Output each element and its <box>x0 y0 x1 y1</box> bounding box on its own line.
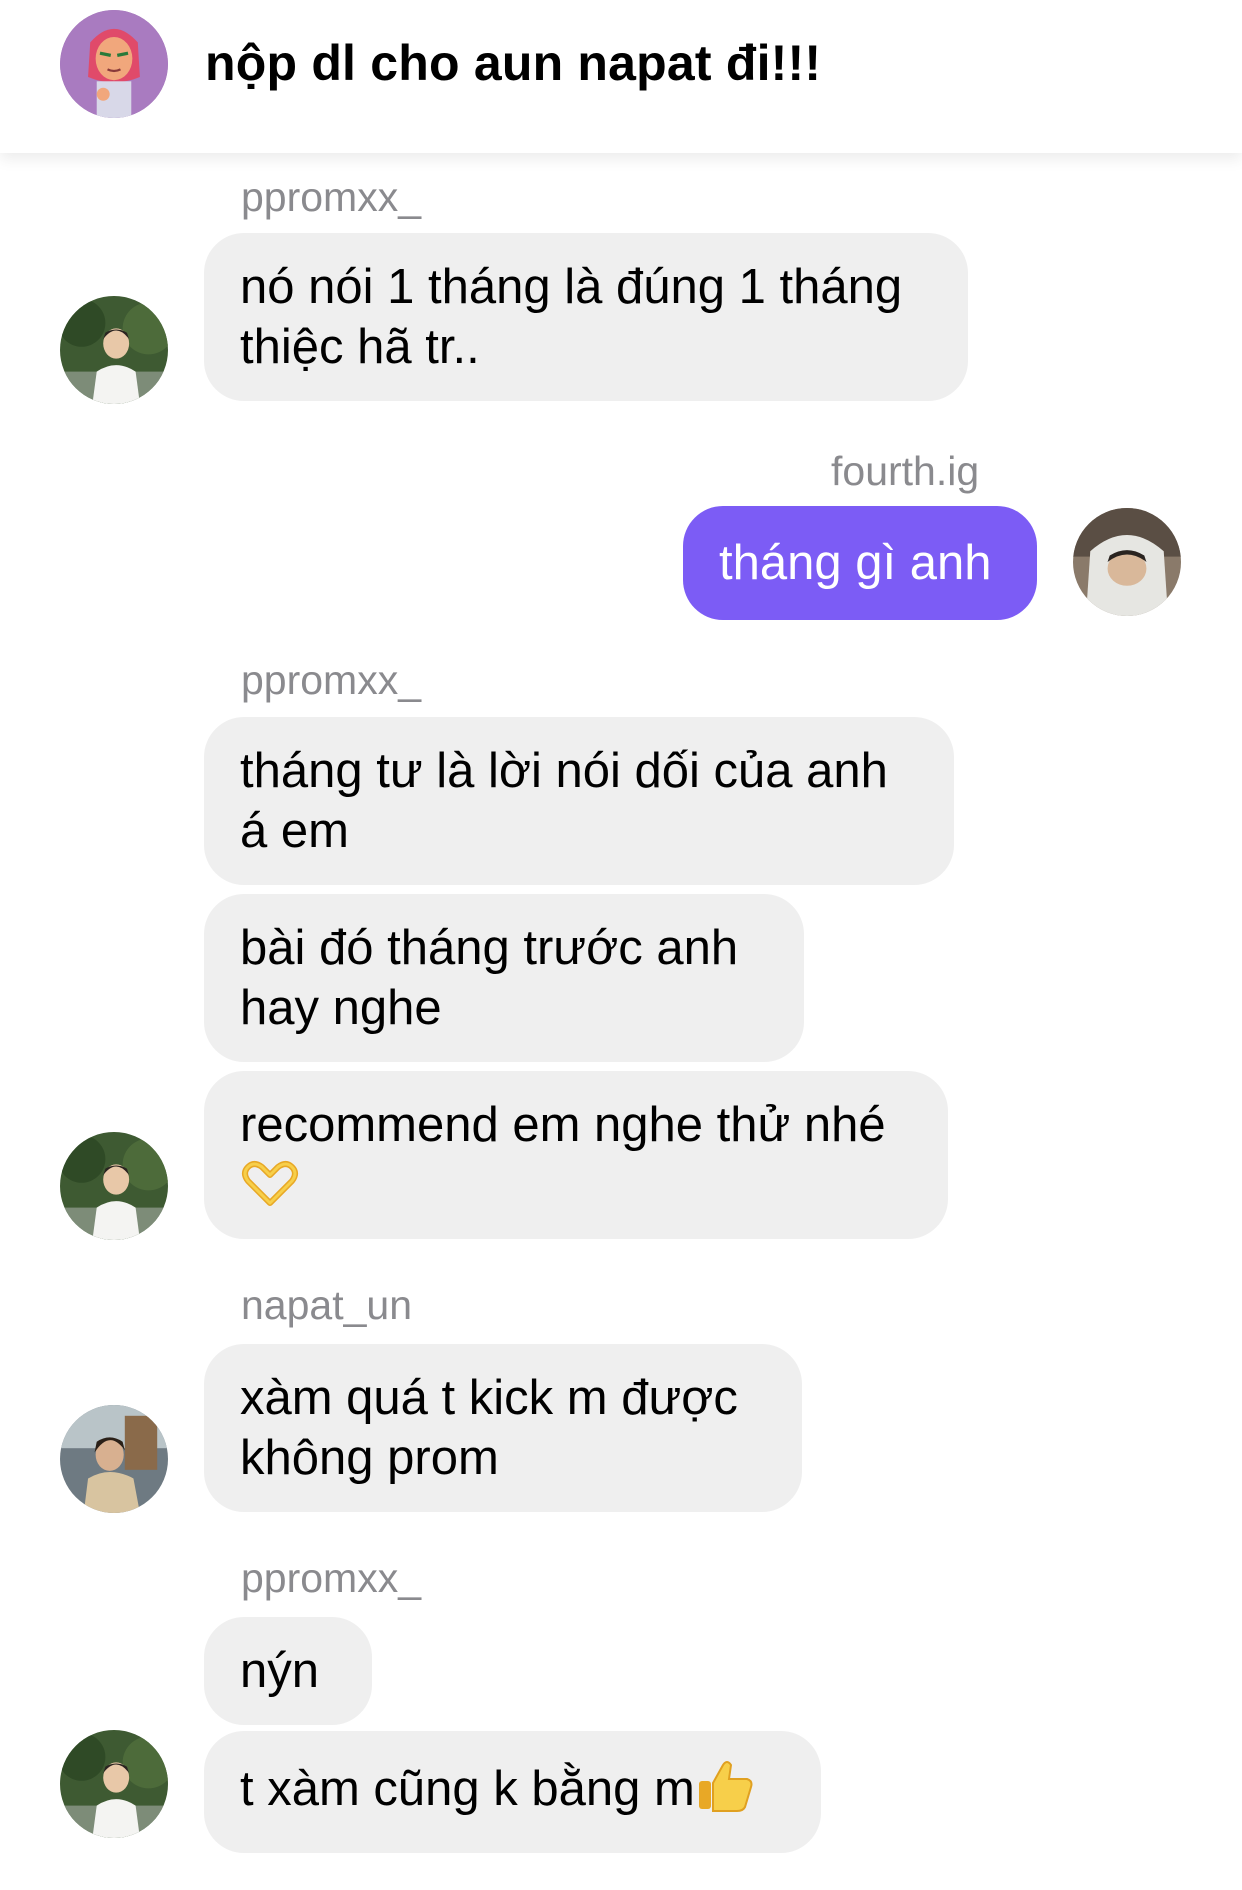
message-line: á em <box>240 804 349 858</box>
message-line: t xàm cũng k bằng m <box>240 1762 695 1816</box>
user-avatar-ppromxx[interactable] <box>60 296 168 404</box>
chat-header: nộp dl cho aun napat đi!!! <box>0 0 1242 153</box>
message-line: hay nghe <box>240 981 442 1035</box>
message-bubble[interactable]: nýn <box>204 1617 372 1725</box>
user-avatar-fourth[interactable] <box>1073 508 1181 616</box>
thumbs-up-emoji-icon <box>695 1755 755 1829</box>
group-avatar-icon[interactable] <box>60 10 168 118</box>
message-bubble[interactable]: tháng tư là lời nói dối của anh á em <box>204 717 954 885</box>
message-line: bài đó tháng trước anh <box>240 921 739 975</box>
message-line: nó nói 1 tháng là đúng 1 tháng <box>240 260 903 314</box>
chat-title: nộp dl cho aun napat đi!!! <box>205 35 822 91</box>
user-avatar-ppromxx[interactable] <box>60 1730 168 1838</box>
message-line: recommend em nghe thử nhé <box>240 1098 886 1152</box>
message-line: không prom <box>240 1431 499 1485</box>
sender-username: napat_un <box>241 1282 413 1328</box>
message-line <box>240 1155 912 1215</box>
message-bubble[interactable]: t xàm cũng k bằng m <box>204 1731 821 1853</box>
message-bubble[interactable]: nó nói 1 tháng là đúng 1 tháng thiệc hã … <box>204 233 968 401</box>
message-line: nýn <box>240 1644 320 1698</box>
sender-username: ppromxx_ <box>241 174 422 220</box>
sender-username: ppromxx_ <box>241 657 422 703</box>
message-bubble[interactable]: xàm quá t kick m được không prom <box>204 1344 802 1512</box>
message-bubble[interactable]: bài đó tháng trước anh hay nghe <box>204 894 804 1062</box>
heart-hands-emoji-icon <box>240 1159 300 1221</box>
message-line: thiệc hã tr.. <box>240 320 480 374</box>
message-line: tháng gì anh <box>719 536 992 590</box>
message-bubble[interactable]: recommend em nghe thử nhé <box>204 1071 948 1239</box>
message-line: xàm quá t kick m được <box>240 1371 738 1425</box>
message-line: tháng tư là lời nói dối của anh <box>240 744 888 798</box>
sender-username: ppromxx_ <box>241 1555 422 1601</box>
sender-username: fourth.ig <box>831 448 980 494</box>
outgoing-message-bubble[interactable]: tháng gì anh <box>683 506 1037 620</box>
user-avatar-ppromxx[interactable] <box>60 1132 168 1240</box>
user-avatar-napat[interactable] <box>60 1405 168 1513</box>
